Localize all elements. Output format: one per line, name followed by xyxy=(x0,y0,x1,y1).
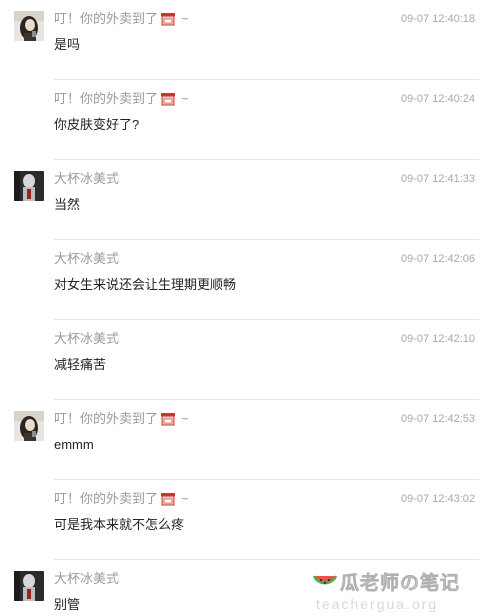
author-name: 叮！你的外卖到了 xyxy=(54,411,159,426)
author-name: 大杯冰美式 xyxy=(54,251,120,266)
message-text: 当然 xyxy=(54,197,81,212)
girl-photo-icon xyxy=(14,11,44,41)
cup-icon xyxy=(160,12,176,26)
message-author[interactable]: 叮！你的外卖到了 ~ xyxy=(54,90,189,108)
message-author[interactable]: 叮！你的外卖到了 ~ xyxy=(54,410,189,428)
author-name: 大杯冰美式 xyxy=(54,171,120,186)
cup-icon xyxy=(160,492,176,506)
author-name: 叮！你的外卖到了 xyxy=(54,11,159,26)
message-item: 大杯冰美式 09-07 12:41:33 当然 xyxy=(0,160,495,240)
cup-icon xyxy=(160,412,176,426)
message-timestamp: 09-07 12:42:06 xyxy=(401,253,476,265)
message-text: 减轻痛苦 xyxy=(54,357,107,372)
author-name: 叮！你的外卖到了 xyxy=(54,491,159,506)
message-text: 别管 xyxy=(54,597,81,612)
message-item: 叮！你的外卖到了 ~ 09-07 12:40:18 是吗 xyxy=(0,0,495,80)
message-author[interactable]: 大杯冰美式 xyxy=(54,250,119,268)
dark-figure-icon xyxy=(14,571,44,601)
message-item: 大杯冰美式 别管 xyxy=(0,560,495,616)
message-text: 对女生来说还会让生理期更顺畅 xyxy=(54,277,237,292)
message-author[interactable]: 大杯冰美式 xyxy=(54,570,119,588)
cup-icon xyxy=(160,92,176,106)
avatar[interactable] xyxy=(14,11,44,41)
message-author[interactable]: 叮！你的外卖到了 ~ xyxy=(54,10,189,28)
message-text: 可是我本来就不怎么疼 xyxy=(54,517,185,532)
tilde-mark: ~ xyxy=(181,411,189,426)
author-name: 叮！你的外卖到了 xyxy=(54,91,159,106)
author-name: 大杯冰美式 xyxy=(54,331,120,346)
message-item: 大杯冰美式 09-07 12:42:06 对女生来说还会让生理期更顺畅 xyxy=(0,240,495,320)
dark-figure-icon xyxy=(14,171,44,201)
message-item: 大杯冰美式 09-07 12:42:10 减轻痛苦 xyxy=(0,320,495,400)
message-feed: 叮！你的外卖到了 ~ 09-07 12:40:18 是吗 叮！你的外卖到了 ~ … xyxy=(0,0,495,616)
message-item: 叮！你的外卖到了 ~ 09-07 12:40:24 你皮肤变好了? xyxy=(0,80,495,160)
message-text: emmm xyxy=(54,437,94,452)
avatar[interactable] xyxy=(14,571,44,601)
message-timestamp: 09-07 12:40:18 xyxy=(401,13,476,25)
message-item: 叮！你的外卖到了 ~ 09-07 12:42:53 emmm xyxy=(0,400,495,480)
tilde-mark: ~ xyxy=(181,91,189,106)
message-timestamp: 09-07 12:41:33 xyxy=(401,173,476,185)
message-author[interactable]: 大杯冰美式 xyxy=(54,330,119,348)
message-timestamp: 09-07 12:42:53 xyxy=(401,413,476,425)
message-timestamp: 09-07 12:40:24 xyxy=(401,93,476,105)
avatar[interactable] xyxy=(14,171,44,201)
message-text: 是吗 xyxy=(54,37,81,52)
message-item: 叮！你的外卖到了 ~ 09-07 12:43:02 可是我本来就不怎么疼 xyxy=(0,480,495,560)
message-timestamp: 09-07 12:43:02 xyxy=(401,493,476,505)
message-timestamp: 09-07 12:42:10 xyxy=(401,333,476,345)
author-name: 大杯冰美式 xyxy=(54,571,120,586)
girl-photo-icon xyxy=(14,411,44,441)
avatar[interactable] xyxy=(14,411,44,441)
message-author[interactable]: 大杯冰美式 xyxy=(54,170,119,188)
message-author[interactable]: 叮！你的外卖到了 ~ xyxy=(54,490,189,508)
message-text: 你皮肤变好了? xyxy=(54,117,140,132)
tilde-mark: ~ xyxy=(181,11,189,26)
tilde-mark: ~ xyxy=(181,491,189,506)
